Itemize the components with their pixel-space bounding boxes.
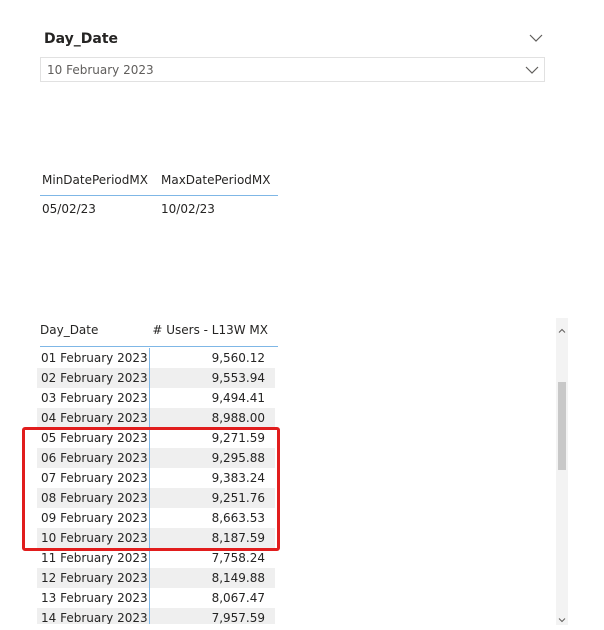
table-row[interactable]: 11 February 2023 7,758.24: [37, 548, 275, 568]
table-row[interactable]: 13 February 2023 8,067.47: [37, 588, 275, 608]
minmax-table-row: 05/02/23 10/02/23: [40, 196, 278, 222]
chevron-down-icon: [529, 34, 543, 42]
table-row[interactable]: 01 February 2023 9,560.12: [37, 348, 275, 368]
column-header-day-date[interactable]: Day_Date: [40, 323, 98, 337]
scroll-thumb[interactable]: [558, 382, 566, 470]
users-table: Day_Date # Users - L13W MX 01 February 2…: [37, 318, 568, 624]
users-value-cell: 9,494.41: [211, 391, 265, 405]
scroll-down-button[interactable]: [556, 611, 568, 623]
users-value-cell: 8,149.88: [211, 571, 265, 585]
users-value-cell: 9,553.94: [211, 371, 265, 385]
day-date-cell: 06 February 2023: [41, 451, 148, 465]
day-date-cell: 08 February 2023: [41, 491, 148, 505]
table-row[interactable]: 08 February 2023 9,251.76: [37, 488, 275, 508]
day-date-cell: 05 February 2023: [41, 431, 148, 445]
table-row[interactable]: 04 February 2023 8,988.00: [37, 408, 275, 428]
day-date-cell: 14 February 2023: [41, 611, 148, 624]
day-date-cell: 07 February 2023: [41, 471, 148, 485]
users-value-cell: 9,295.88: [211, 451, 265, 465]
slicer-dropdown[interactable]: 10 February 2023: [40, 57, 545, 82]
scroll-up-button[interactable]: [556, 322, 568, 334]
column-header-max-date[interactable]: MaxDatePeriodMX: [161, 173, 270, 187]
day-date-cell: 11 February 2023: [41, 551, 148, 565]
day-date-cell: 12 February 2023: [41, 571, 148, 585]
day-date-cell: 04 February 2023: [41, 411, 148, 425]
users-table-body[interactable]: 01 February 2023 9,560.12 02 February 2023…: [37, 348, 275, 624]
column-header-users-l13w[interactable]: # Users - L13W MX: [152, 323, 268, 337]
users-value-cell: 8,988.00: [211, 411, 265, 425]
table-row[interactable]: 02 February 2023 9,553.94: [37, 368, 275, 388]
day-date-cell: 10 February 2023: [41, 531, 148, 545]
users-table-header: Day_Date # Users - L13W MX: [40, 318, 278, 347]
chevron-down-icon: [558, 618, 566, 623]
min-date-value: 05/02/23: [42, 202, 96, 216]
slicer-title: Day_Date: [44, 31, 119, 47]
table-row[interactable]: 06 February 2023 9,295.88: [37, 448, 275, 468]
users-value-cell: 8,663.53: [211, 511, 265, 525]
users-value-cell: 9,271.59: [211, 431, 265, 445]
column-divider: [149, 348, 150, 624]
minmax-table-header: MinDatePeriodMX MaxDatePeriodMX: [40, 168, 278, 196]
day-date-cell: 03 February 2023: [41, 391, 148, 405]
chevron-up-icon: [558, 328, 566, 333]
column-header-min-date[interactable]: MinDatePeriodMX: [42, 173, 148, 187]
day-date-cell: 02 February 2023: [41, 371, 148, 385]
table-row[interactable]: 07 February 2023 9,383.24: [37, 468, 275, 488]
slicer-collapse-button[interactable]: [528, 30, 544, 46]
chevron-down-icon: [525, 66, 539, 74]
users-value-cell: 8,187.59: [211, 531, 265, 545]
table-scrollbar[interactable]: [556, 318, 568, 625]
table-row[interactable]: 10 February 2023 8,187.59: [37, 528, 275, 548]
table-row[interactable]: 03 February 2023 9,494.41: [37, 388, 275, 408]
users-value-cell: 7,758.24: [211, 551, 265, 565]
max-date-value: 10/02/23: [161, 202, 215, 216]
minmax-table: MinDatePeriodMX MaxDatePeriodMX 05/02/23…: [40, 168, 278, 222]
users-value-cell: 9,560.12: [211, 351, 265, 365]
users-value-cell: 9,251.76: [211, 491, 265, 505]
table-row[interactable]: 12 February 2023 8,149.88: [37, 568, 275, 588]
table-row[interactable]: 14 February 2023 7,957.59: [37, 608, 275, 624]
table-row[interactable]: 09 February 2023 8,663.53: [37, 508, 275, 528]
users-value-cell: 7,957.59: [211, 611, 265, 624]
users-value-cell: 9,383.24: [211, 471, 265, 485]
day-date-cell: 13 February 2023: [41, 591, 148, 605]
day-date-cell: 09 February 2023: [41, 511, 148, 525]
users-value-cell: 8,067.47: [211, 591, 265, 605]
table-row[interactable]: 05 February 2023 9,271.59: [37, 428, 275, 448]
day-date-cell: 01 February 2023: [41, 351, 148, 365]
slicer-selected-value: 10 February 2023: [47, 63, 154, 77]
